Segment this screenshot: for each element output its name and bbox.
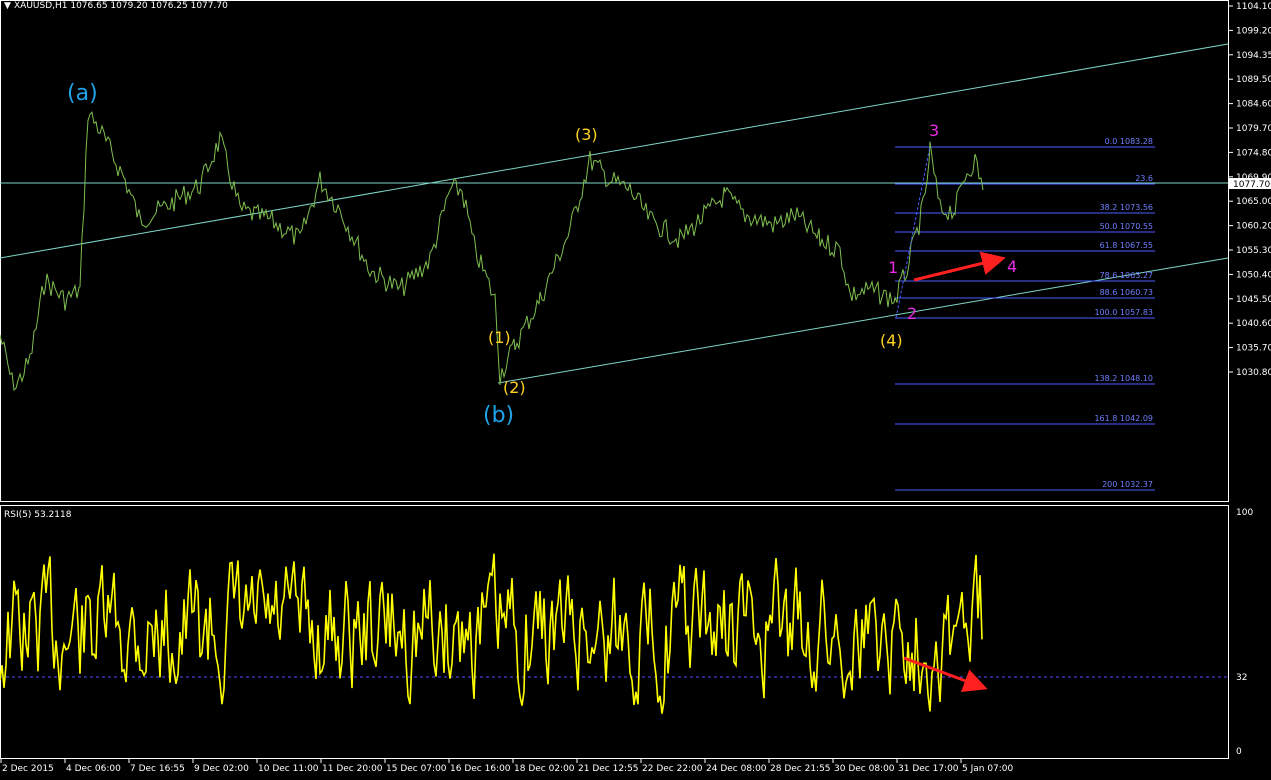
fib-level-label: 50.0 1070.55 bbox=[1100, 222, 1153, 231]
chart-window[interactable]: ▼ XAUUSD,H1 1076.65 1079.20 1076.25 1077… bbox=[0, 0, 1271, 780]
fib-level-label: 61.8 1067.55 bbox=[1100, 241, 1153, 250]
wave-label-m4: 4 bbox=[1007, 257, 1017, 276]
symbol-info: XAUUSD,H1 1076.65 1079.20 1076.25 1077.7… bbox=[14, 1, 228, 11]
time-tick-label: 11 Dec 20:00 bbox=[322, 764, 383, 774]
price-tick-label: 1060.20 bbox=[1236, 222, 1271, 232]
price-tick-label: 1104.10 bbox=[1236, 2, 1271, 12]
time-tick-label: 22 Dec 22:00 bbox=[642, 764, 703, 774]
wave-label-3: (3) bbox=[575, 125, 598, 144]
fib-level-label: 200 1032.37 bbox=[1102, 480, 1153, 489]
wave-label-m1: 1 bbox=[888, 258, 898, 277]
fib-level-label: 88.6 1060.73 bbox=[1100, 288, 1153, 297]
time-tick-label: 24 Dec 08:00 bbox=[706, 764, 767, 774]
chart-header-arrow-icon[interactable]: ▼ bbox=[4, 1, 11, 11]
rsi-header: RSI(5) 53.2118 bbox=[4, 510, 72, 520]
fib-level-label: 138.2 1048.10 bbox=[1094, 374, 1153, 383]
price-tick-label: 1040.60 bbox=[1236, 319, 1271, 329]
rsi-tick-label: 100 bbox=[1236, 508, 1253, 518]
price-tick-label: 1045.50 bbox=[1236, 295, 1271, 305]
time-tick-label: 31 Dec 17:00 bbox=[898, 764, 959, 774]
wave-label-b: (b) bbox=[483, 403, 514, 428]
price-tick-label: 1065.00 bbox=[1236, 197, 1271, 207]
wave-label-2: (2) bbox=[503, 378, 526, 397]
price-tick-label: 1050.40 bbox=[1236, 270, 1271, 280]
fib-level-label: 0.0 1083.28 bbox=[1105, 137, 1153, 146]
time-tick-label: 4 Dec 06:00 bbox=[66, 764, 121, 774]
time-tick-label: 9 Dec 02:00 bbox=[194, 764, 249, 774]
price-tick-label: 1079.70 bbox=[1236, 124, 1271, 134]
price-tick-label: 1035.70 bbox=[1236, 344, 1271, 354]
time-tick-label: 2 Dec 2015 bbox=[2, 764, 54, 774]
fib-level-label: 100.0 1057.83 bbox=[1094, 308, 1153, 317]
wave-label-1: (1) bbox=[488, 328, 511, 347]
current-price-label: 1077.70 bbox=[1233, 180, 1270, 190]
wave-label-m3: 3 bbox=[929, 121, 939, 140]
price-tick-label: 1030.80 bbox=[1236, 368, 1271, 378]
time-tick-label: 28 Dec 21:55 bbox=[770, 764, 831, 774]
rsi-tick-label: 0 bbox=[1236, 747, 1242, 757]
time-tick-label: 18 Dec 02:00 bbox=[514, 764, 575, 774]
time-tick-label: 10 Dec 11:00 bbox=[258, 764, 319, 774]
fib-level-label: 161.8 1042.09 bbox=[1094, 414, 1153, 423]
time-tick-label: 5 Jan 07:00 bbox=[962, 764, 1014, 774]
price-tick-label: 1055.30 bbox=[1236, 246, 1271, 256]
fib-level-label: 38.2 1073.56 bbox=[1100, 203, 1153, 212]
time-tick-label: 15 Dec 07:00 bbox=[386, 764, 447, 774]
time-tick-label: 21 Dec 12:55 bbox=[578, 764, 639, 774]
price-tick-label: 1084.60 bbox=[1236, 100, 1271, 110]
fib-level-label: 23.6 bbox=[1135, 174, 1153, 183]
price-tick-label: 1099.20 bbox=[1236, 26, 1271, 36]
wave-label-m2: 2 bbox=[907, 304, 917, 323]
wave-label-a: (a) bbox=[67, 81, 98, 106]
rsi-tick-label: 32 bbox=[1236, 673, 1247, 683]
price-tick-label: 1089.50 bbox=[1236, 75, 1271, 85]
time-tick-label: 7 Dec 16:55 bbox=[130, 764, 185, 774]
time-tick-label: 16 Dec 16:00 bbox=[450, 764, 511, 774]
time-tick-label: 30 Dec 08:00 bbox=[834, 764, 895, 774]
fib-level-label: 78.6 1063.27 bbox=[1100, 271, 1153, 280]
price-tick-label: 1074.80 bbox=[1236, 148, 1271, 158]
price-tick-label: 1094.35 bbox=[1236, 51, 1271, 61]
wave-label-4: (4) bbox=[880, 331, 903, 350]
